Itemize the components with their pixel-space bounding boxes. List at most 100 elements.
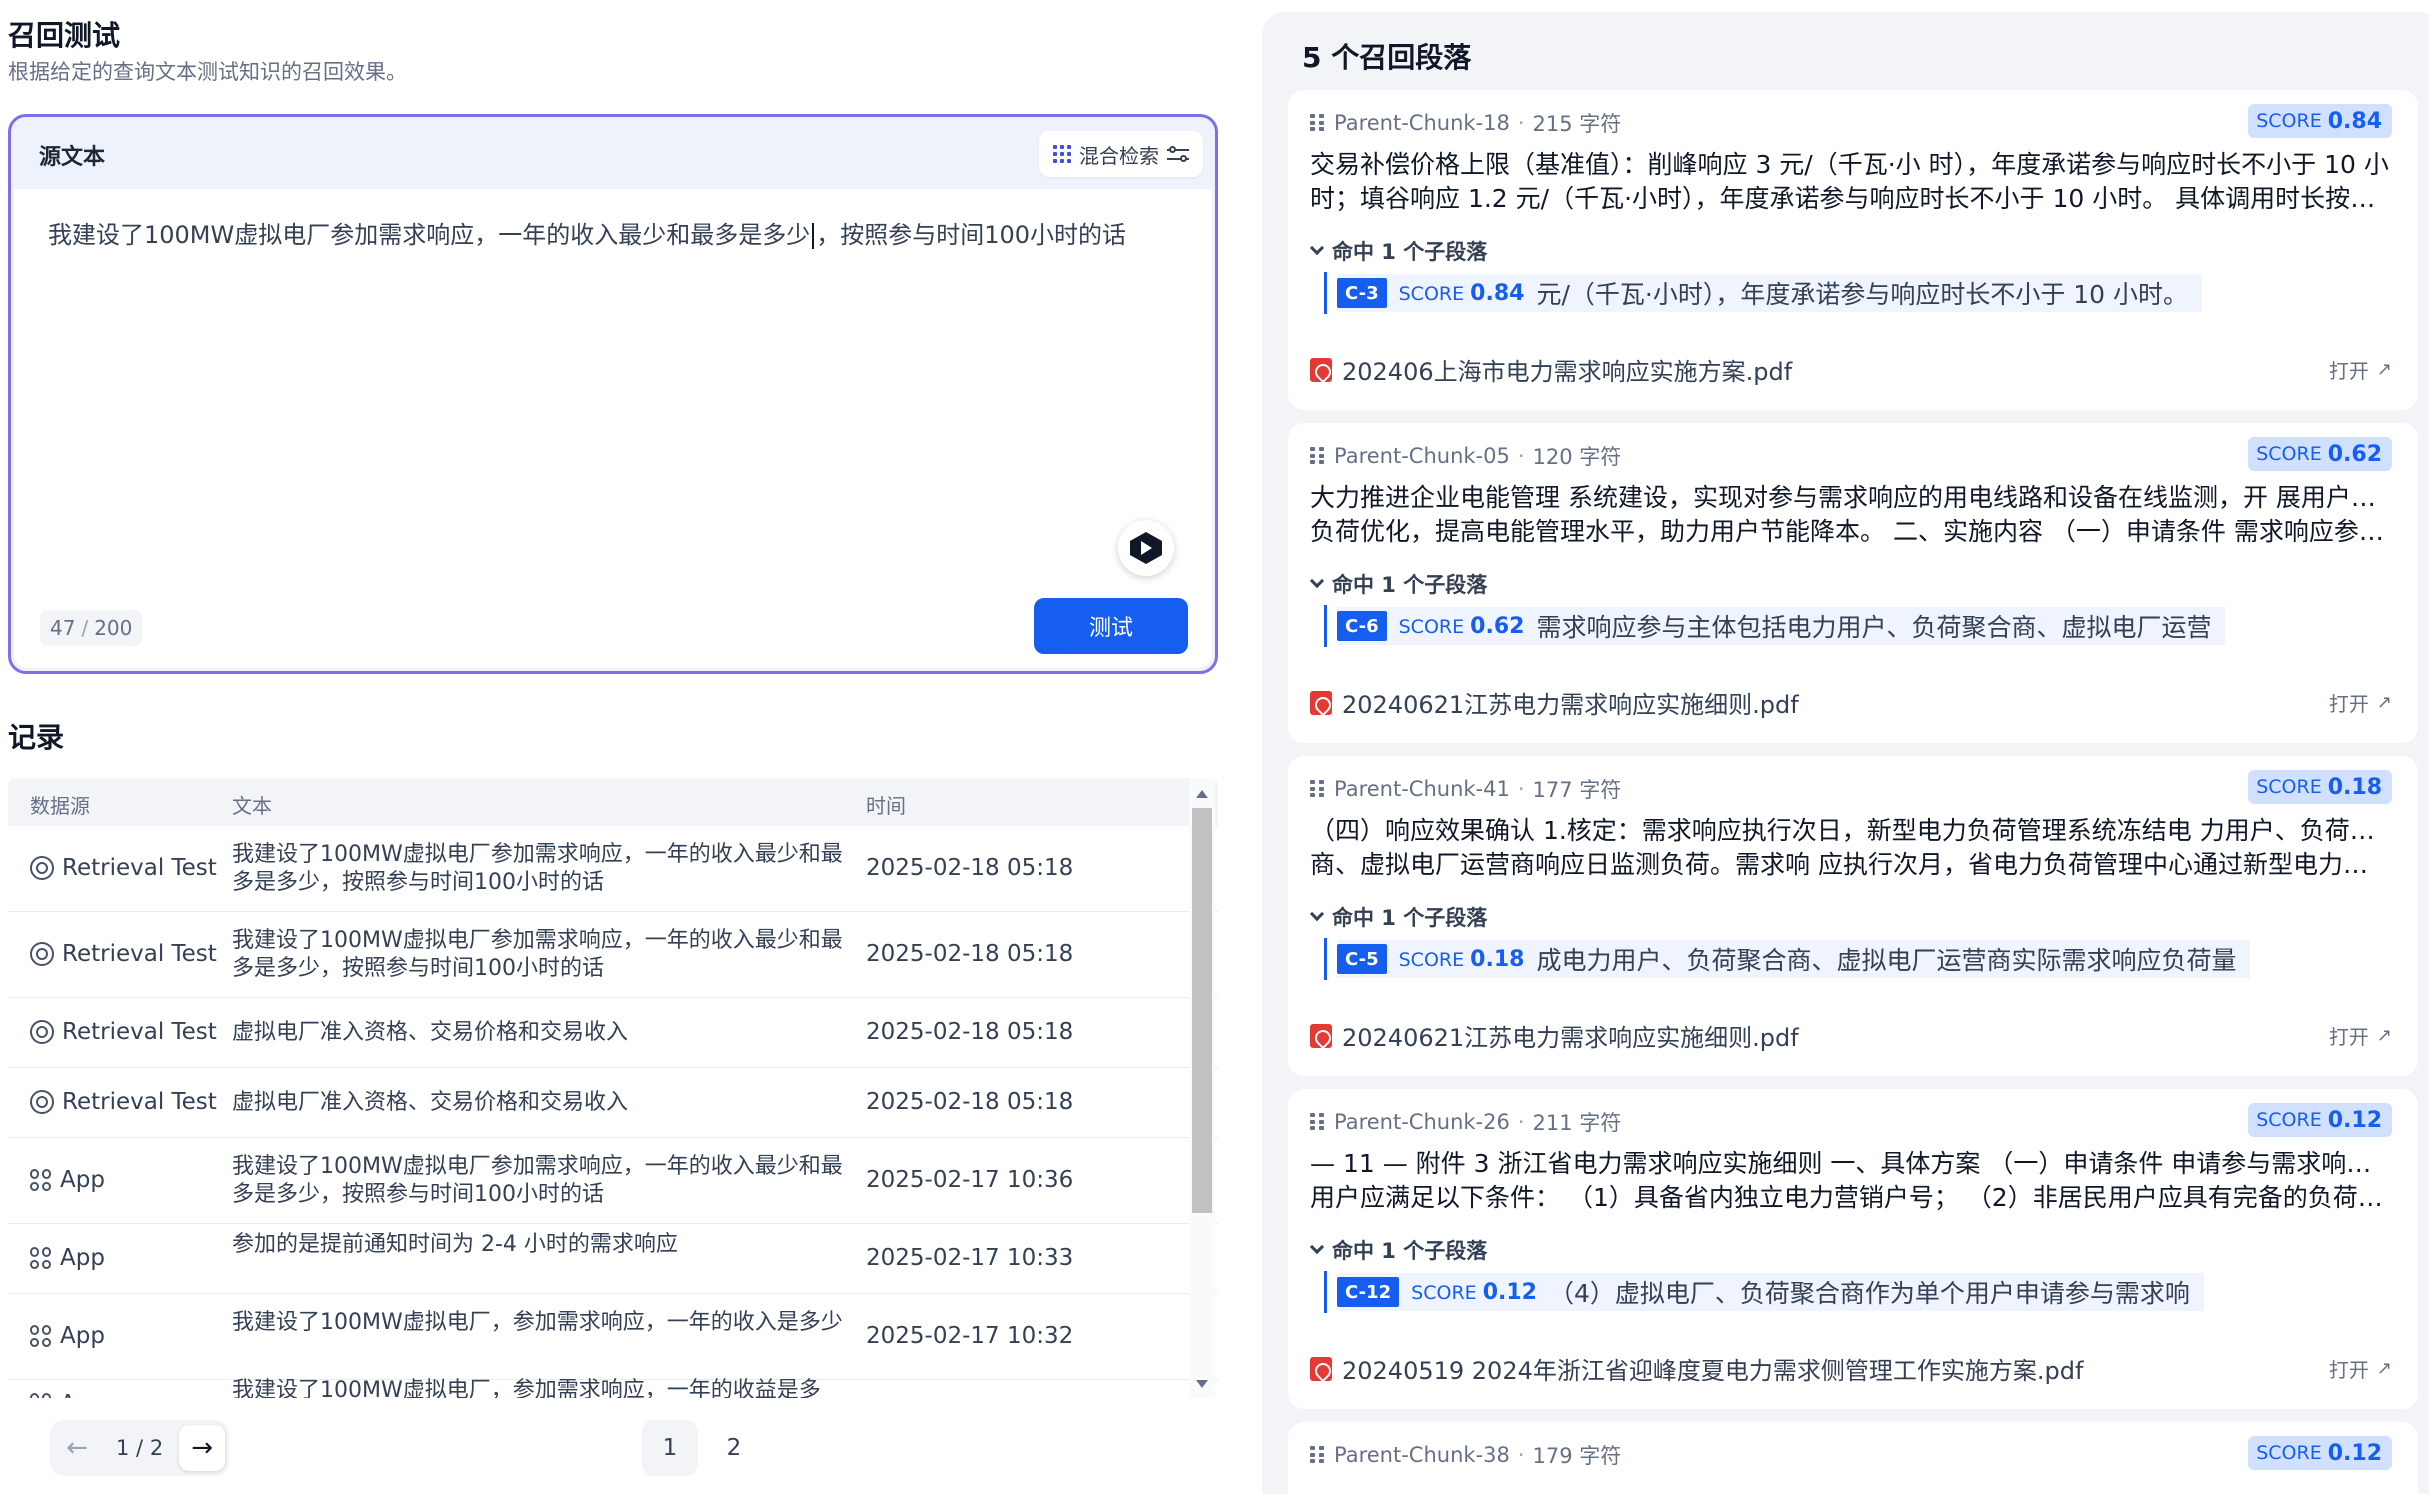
page-indicator: 1 / 2: [116, 1436, 164, 1460]
chunk-chars: 179 字符: [1532, 1444, 1622, 1468]
app-icon: [30, 1325, 52, 1347]
row-source-label: App: [60, 1167, 105, 1193]
row-time: 2025-02-17 10:32: [866, 1323, 1074, 1349]
score-badge: SCORE 0.84: [2248, 104, 2392, 138]
row-time: 2025-02-18 05:18: [866, 941, 1074, 967]
table-row[interactable]: Retrieval Test 虚拟电厂准入资格、交易价格和交易收入 2025-02-…: [8, 1068, 1218, 1138]
row-time: 2025-02-18 05:18: [866, 855, 1074, 881]
table-row[interactable]: App 参加的是提前通知时间为 2-4 小时的需求响应 2025-02-17 10:…: [8, 1224, 1218, 1294]
result-card[interactable]: Parent-Chunk-26 · 211 字符 SCORE 0.12 — 11 …: [1288, 1089, 2418, 1409]
scroll-up-arrow[interactable]: [1196, 790, 1208, 798]
child-chunk-id: C-6: [1337, 611, 1387, 641]
table-header: 数据源 文本 时间: [8, 778, 1218, 826]
test-button[interactable]: 测试: [1034, 598, 1188, 654]
retrieval-mode-label: 混合检索: [1079, 143, 1159, 168]
open-link[interactable]: 打开 ↗: [2329, 1021, 2392, 1050]
table-row[interactable]: Retrieval Test 我建设了100MW虚拟电厂参加需求响应，一年的收入最…: [8, 826, 1218, 912]
row-text: 我建设了100MW虚拟电厂参加需求响应，一年的收入最少和最多是多少，按照参与时间…: [232, 842, 843, 895]
retrieval-mode-button[interactable]: 混合检索: [1039, 131, 1203, 177]
result-card[interactable]: Parent-Chunk-05 · 120 字符 SCORE 0.62 大力推进企…: [1288, 423, 2418, 743]
source-file: 20240621江苏电力需求响应实施细则.pdf: [1310, 685, 1799, 720]
open-link[interactable]: 打开 ↗: [2329, 355, 2392, 384]
pdf-icon: [1310, 357, 1332, 382]
drag-dots-icon: [1310, 447, 1326, 465]
next-page-button[interactable]: →: [179, 1425, 226, 1471]
chunk-chars: 120 字符: [1532, 445, 1622, 469]
page-button-1[interactable]: 1: [642, 1420, 698, 1476]
chunk-footer: 20240621江苏电力需求响应实施细则.pdf 打开 ↗: [1310, 685, 2392, 720]
drag-dots-icon: [1310, 1446, 1326, 1464]
chunk-chars: 177 字符: [1532, 778, 1622, 802]
retrieval-test-icon: [30, 942, 54, 966]
records-table: 数据源 文本 时间 Retrieval Test 我建设了100MW虚拟电厂参加需…: [8, 778, 1218, 1398]
score-badge: SCORE 0.62: [2248, 437, 2392, 471]
drag-dots-icon: [1310, 1113, 1326, 1131]
result-card[interactable]: Parent-Chunk-18 · 215 字符 SCORE 0.84 交易补偿价…: [1288, 90, 2418, 410]
source-file: 20240519 2024年浙江省迎峰度夏电力需求侧管理工作实施方案.pdf: [1310, 1351, 2083, 1386]
assistant-float-button[interactable]: [1118, 520, 1174, 576]
hit-toggle[interactable]: 命中 1 个子段落: [1309, 569, 1487, 599]
open-link[interactable]: 打开 ↗: [2329, 1354, 2392, 1383]
table-row[interactable]: App 我建设了100MW虚拟电厂，参加需求响应，一年的收入是多少 2025-02-…: [8, 1294, 1218, 1380]
chunk-header: Parent-Chunk-18 · 215 字符: [1310, 108, 1621, 138]
scroll-down-arrow[interactable]: [1196, 1380, 1208, 1388]
row-source: App: [30, 1323, 105, 1349]
row-source-label: App: [60, 1245, 105, 1271]
query-textarea[interactable]: 我建设了100MW虚拟电厂参加需求响应，一年的收入最少和最多是多少 ，按照参与时间…: [14, 189, 1212, 668]
scroll-thumb[interactable]: [1192, 808, 1212, 1213]
col-text: 文本: [232, 794, 272, 818]
result-card[interactable]: Parent-Chunk-41 · 177 字符 SCORE 0.18 （四）响应…: [1288, 756, 2418, 1076]
child-text: 元/（千瓦·小时），年度承诺参与响应时长不小于 10 小时。: [1536, 280, 2189, 309]
row-source-label: Retrieval Test: [62, 1089, 217, 1115]
chunk-chars: 215 字符: [1532, 112, 1622, 136]
child-chunk[interactable]: C-12 SCORE 0.12 （4）虚拟电厂、负荷聚合商作为单个用户申请参与需…: [1324, 1271, 2204, 1313]
chunk-content: （四）响应效果确认 1.核定：需求响应执行次日，新型电力负荷管理系统冻结电 力用…: [1310, 816, 2392, 879]
hit-toggle[interactable]: 命中 1 个子段落: [1309, 902, 1487, 932]
row-text: 虚拟电厂准入资格、交易价格和交易收入: [232, 1090, 629, 1115]
chunk-header: Parent-Chunk-05 · 120 字符: [1310, 441, 1621, 471]
retrieval-test-icon: [30, 1090, 54, 1114]
hit-toggle[interactable]: 命中 1 个子段落: [1309, 236, 1487, 266]
row-text: 虚拟电厂准入资格、交易价格和交易收入: [232, 1020, 629, 1045]
child-score: SCORE 0.18: [1398, 946, 1525, 972]
row-source: Retrieval Test: [30, 855, 217, 881]
table-row[interactable]: App 我建设了100MW虚拟电厂，参加需求响应，一年的收益是多: [8, 1378, 1218, 1398]
col-source: 数据源: [30, 794, 90, 818]
table-row[interactable]: Retrieval Test 虚拟电厂准入资格、交易价格和交易收入 2025-02-…: [8, 998, 1218, 1068]
result-card[interactable]: Parent-Chunk-38 · 179 字符 SCORE 0.12: [1288, 1422, 2418, 1494]
prev-page-button[interactable]: ←: [54, 1425, 100, 1471]
open-link[interactable]: 打开 ↗: [2329, 688, 2392, 717]
child-chunk-id: C-12: [1337, 1277, 1400, 1307]
pdf-icon: [1310, 690, 1332, 715]
hit-toggle[interactable]: 命中 1 个子段落: [1309, 1235, 1487, 1265]
row-text: 我建设了100MW虚拟电厂参加需求响应，一年的收入最少和最多是多少，按照参与时间…: [232, 928, 843, 981]
chunk-header: Parent-Chunk-26 · 211 字符: [1310, 1107, 1621, 1137]
chunk-footer: 20240519 2024年浙江省迎峰度夏电力需求侧管理工作实施方案.pdf 打…: [1310, 1351, 2392, 1386]
child-chunk[interactable]: C-5 SCORE 0.18 成电力用户、负荷聚合商、虚拟电厂运营商实际需求响应…: [1324, 938, 2251, 980]
row-source-label: Retrieval Test: [62, 855, 217, 881]
query-text[interactable]: 我建设了100MW虚拟电厂参加需求响应，一年的收入最少和最多是多少 ，按照参与时间…: [48, 217, 1178, 253]
text-caret: [812, 223, 815, 249]
row-time: 2025-02-17 10:33: [866, 1245, 1074, 1271]
chunk-header: Parent-Chunk-41 · 177 字符: [1310, 774, 1621, 804]
row-text: 我建设了100MW虚拟电厂参加需求响应，一年的收入最少和最多是多少，按照参与时间…: [232, 1154, 843, 1207]
drag-dots-icon: [1310, 780, 1326, 798]
assistant-logo-icon: [1130, 532, 1162, 564]
app-icon: [30, 1247, 52, 1269]
page-description: 根据给定的查询文本测试知识的召回效果。: [8, 60, 407, 84]
chunk-id: Parent-Chunk-05: [1334, 444, 1510, 468]
row-source: App: [30, 1167, 105, 1193]
app-icon: [30, 1393, 52, 1398]
child-chunk-id: C-3: [1337, 278, 1387, 308]
chunk-content: — 11 — 附件 3 浙江省电力需求响应实施细则 一、具体方案 （一）申请条件…: [1310, 1149, 2392, 1212]
table-row[interactable]: Retrieval Test 我建设了100MW虚拟电厂参加需求响应，一年的收入最…: [8, 912, 1218, 998]
records-scrollbar[interactable]: [1189, 778, 1215, 1398]
table-row[interactable]: App 我建设了100MW虚拟电厂参加需求响应，一年的收入最少和最多是多少，按照参…: [8, 1138, 1218, 1224]
page-button-2[interactable]: 2: [706, 1420, 762, 1476]
child-chunk[interactable]: C-6 SCORE 0.62 需求响应参与主体包括电力用户、负荷聚合商、虚拟电厂…: [1324, 605, 2226, 647]
pdf-icon: [1310, 1023, 1332, 1048]
row-text: 参加的是提前通知时间为 2-4 小时的需求响应: [232, 1232, 678, 1257]
chunk-header: Parent-Chunk-38 · 179 字符: [1310, 1440, 1621, 1470]
child-chunk[interactable]: C-3 SCORE 0.84 元/（千瓦·小时），年度承诺参与响应时长不小于 1…: [1324, 272, 2203, 314]
row-text: 我建设了100MW虚拟电厂，参加需求响应，一年的收入是多少: [232, 1310, 843, 1335]
